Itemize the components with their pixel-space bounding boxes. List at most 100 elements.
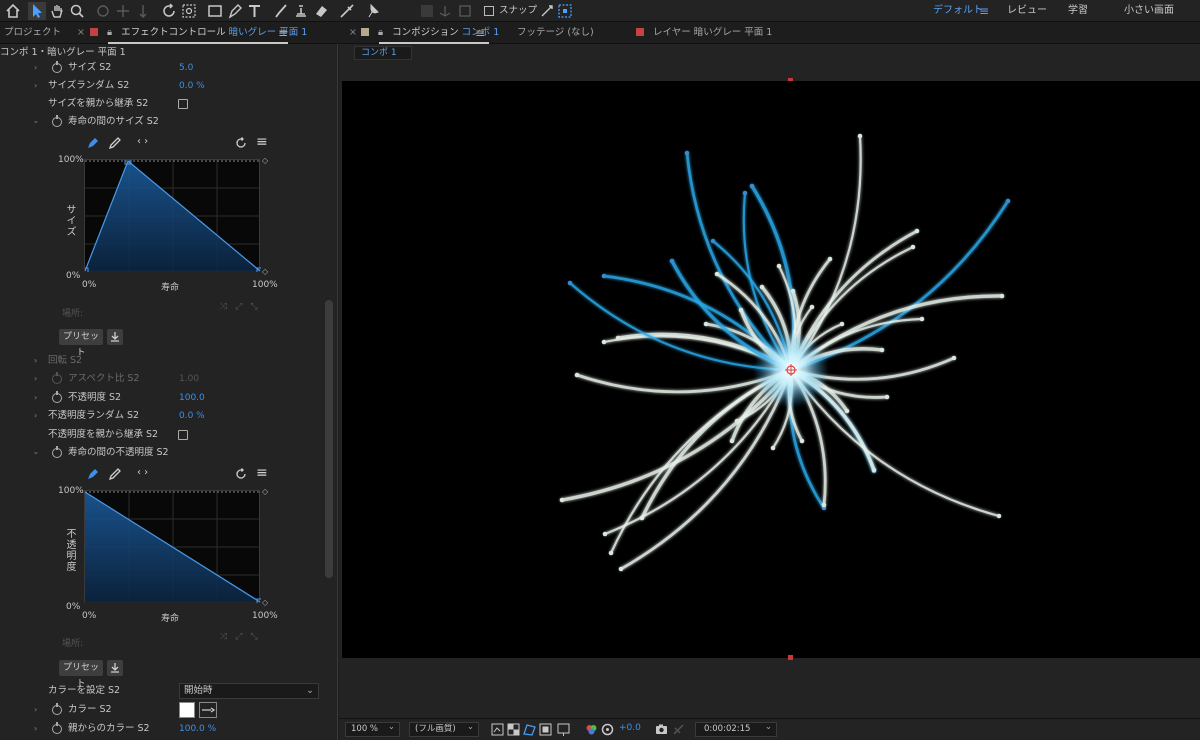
panel-menu-icon[interactable]: ≡ (278, 22, 288, 44)
graph-menu-icon[interactable]: ≡ (256, 134, 268, 150)
snap-mode-icon[interactable] (556, 2, 574, 20)
preset-button[interactable]: プリセット (59, 660, 103, 689)
handle-bottom-icon[interactable]: ◇ (262, 598, 268, 607)
stopwatch-icon[interactable] (52, 391, 62, 403)
tab-project[interactable]: プロジェクト (4, 22, 61, 44)
local-axis-icon[interactable] (418, 2, 436, 20)
pencil-icon[interactable] (108, 467, 122, 484)
orbit-camera-icon[interactable] (94, 2, 112, 20)
stopwatch-icon[interactable] (52, 115, 62, 127)
home-icon[interactable] (4, 2, 22, 20)
panel-menu-icon[interactable]: ≡ (475, 22, 485, 44)
expand-arrow-icon[interactable]: › (27, 120, 45, 123)
clone-stamp-icon[interactable] (292, 2, 310, 20)
opacity-over-life-graph[interactable] (84, 490, 261, 603)
expand-arrow-icon[interactable]: › (34, 701, 37, 719)
inherit-checkbox[interactable] (178, 430, 188, 440)
stopwatch-icon[interactable] (52, 372, 62, 384)
show-snapshot-icon[interactable] (672, 723, 685, 736)
roto-brush-icon[interactable] (338, 2, 356, 20)
snapshot-camera-icon[interactable] (655, 723, 668, 736)
pen-tool-icon[interactable] (226, 2, 244, 20)
timecode-field[interactable]: 0:00:02:15 (695, 721, 777, 737)
expand-arrow-icon[interactable]: › (34, 720, 37, 738)
reset-icon[interactable] (234, 467, 248, 484)
tab-layer[interactable]: レイヤー 暗いグレー 平面 1 (636, 22, 772, 44)
exposure-reset-icon[interactable] (601, 723, 614, 736)
type-tool-icon[interactable] (246, 2, 264, 20)
snap-checkbox[interactable] (484, 6, 494, 16)
expand-arrow-icon[interactable]: › (34, 407, 37, 425)
anchor-tool-icon[interactable] (180, 2, 198, 20)
size-over-life-graph[interactable] (84, 159, 261, 272)
reset-icon[interactable] (234, 136, 248, 153)
prop-value[interactable]: 1.00 (179, 370, 199, 388)
composition-viewer[interactable] (342, 81, 1200, 658)
workspace-review[interactable]: レビュー (1007, 0, 1047, 22)
eraser-tool-icon[interactable] (312, 2, 330, 20)
puppet-pin-icon[interactable] (364, 2, 382, 20)
rectangle-tool-icon[interactable] (206, 2, 224, 20)
region-of-interest-icon[interactable] (539, 723, 552, 736)
mask-visibility-icon[interactable] (523, 723, 536, 736)
comp-breadcrumb-pill[interactable]: コンポ 1 (354, 46, 412, 60)
download-icon[interactable] (107, 660, 123, 676)
stopwatch-icon[interactable] (52, 722, 62, 734)
prop-value[interactable]: 5.0 (179, 59, 193, 77)
handle-bottom-icon[interactable]: ◇ (262, 267, 268, 276)
transparency-grid-icon[interactable] (507, 723, 520, 736)
scrollbar-thumb[interactable] (325, 300, 333, 578)
expand-arrow-icon[interactable]: › (34, 77, 37, 95)
pan-camera-icon[interactable] (114, 2, 132, 20)
tab-footage[interactable]: フッテージ (なし) (517, 22, 594, 44)
prop-value[interactable]: 0.0 % (179, 77, 205, 95)
fast-preview-icon[interactable] (491, 723, 504, 736)
snap-options-icon[interactable] (538, 2, 556, 20)
selection-tool-icon[interactable] (28, 2, 46, 20)
handle-top-icon[interactable]: ◇ (262, 156, 268, 165)
prop-value[interactable]: 100.0 % (179, 720, 216, 738)
close-icon[interactable]: × (349, 22, 357, 44)
zoom-dropdown[interactable]: 100 % (345, 721, 400, 737)
stopwatch-icon[interactable] (52, 703, 62, 715)
prop-value[interactable]: 0.0 % (179, 407, 205, 425)
workspace-learn[interactable]: 学習 (1068, 0, 1088, 22)
set-color-dropdown[interactable]: 開始時 ⌄ (179, 683, 319, 699)
inherit-checkbox[interactable] (178, 99, 188, 109)
grid-guides-icon[interactable] (557, 723, 570, 736)
hand-tool-icon[interactable] (48, 2, 66, 20)
code-brackets-icon[interactable]: ‹ › (137, 467, 148, 478)
world-axis-icon[interactable] (436, 2, 454, 20)
dolly-camera-icon[interactable] (134, 2, 152, 20)
pen-icon[interactable] (86, 467, 100, 484)
expand-arrow-icon[interactable]: › (34, 352, 37, 370)
brush-tool-icon[interactable] (272, 2, 290, 20)
workspace-menu-icon[interactable]: ≡ (979, 0, 989, 22)
expand-arrow-icon[interactable]: › (34, 370, 37, 388)
color-channels-icon[interactable] (585, 723, 598, 736)
eyedropper-icon[interactable] (199, 702, 217, 718)
workspace-default[interactable]: デフォルト (933, 0, 983, 22)
stopwatch-icon[interactable] (52, 446, 62, 458)
resolution-dropdown[interactable]: (フル画質) (409, 721, 479, 737)
stopwatch-icon[interactable] (52, 61, 62, 73)
prop-value[interactable]: 100.0 (179, 389, 205, 407)
expand-arrow-icon[interactable]: › (27, 451, 45, 454)
handle-top-icon[interactable]: ◇ (262, 487, 268, 496)
code-brackets-icon[interactable]: ‹ › (137, 136, 148, 147)
preset-button[interactable]: プリセット (59, 329, 103, 358)
graph-menu-icon[interactable]: ≡ (256, 465, 268, 481)
pen-icon[interactable] (86, 136, 100, 153)
expand-arrow-icon[interactable]: › (34, 59, 37, 77)
close-icon[interactable]: × (77, 22, 85, 44)
color-swatch[interactable] (179, 702, 195, 718)
expand-arrow-icon[interactable]: › (34, 389, 37, 407)
exposure-value[interactable]: +0.0 (619, 723, 641, 733)
tab-effect-controls[interactable]: 🔒︎ エフェクトコントロール 暗いグレー 平面 1 (90, 22, 307, 44)
view-axis-icon[interactable] (456, 2, 474, 20)
zoom-tool-icon[interactable] (68, 2, 86, 20)
download-icon[interactable] (107, 329, 123, 345)
rotate-tool-icon[interactable] (160, 2, 178, 20)
workspace-small-screen[interactable]: 小さい画面 (1124, 0, 1174, 22)
pencil-icon[interactable] (108, 136, 122, 153)
